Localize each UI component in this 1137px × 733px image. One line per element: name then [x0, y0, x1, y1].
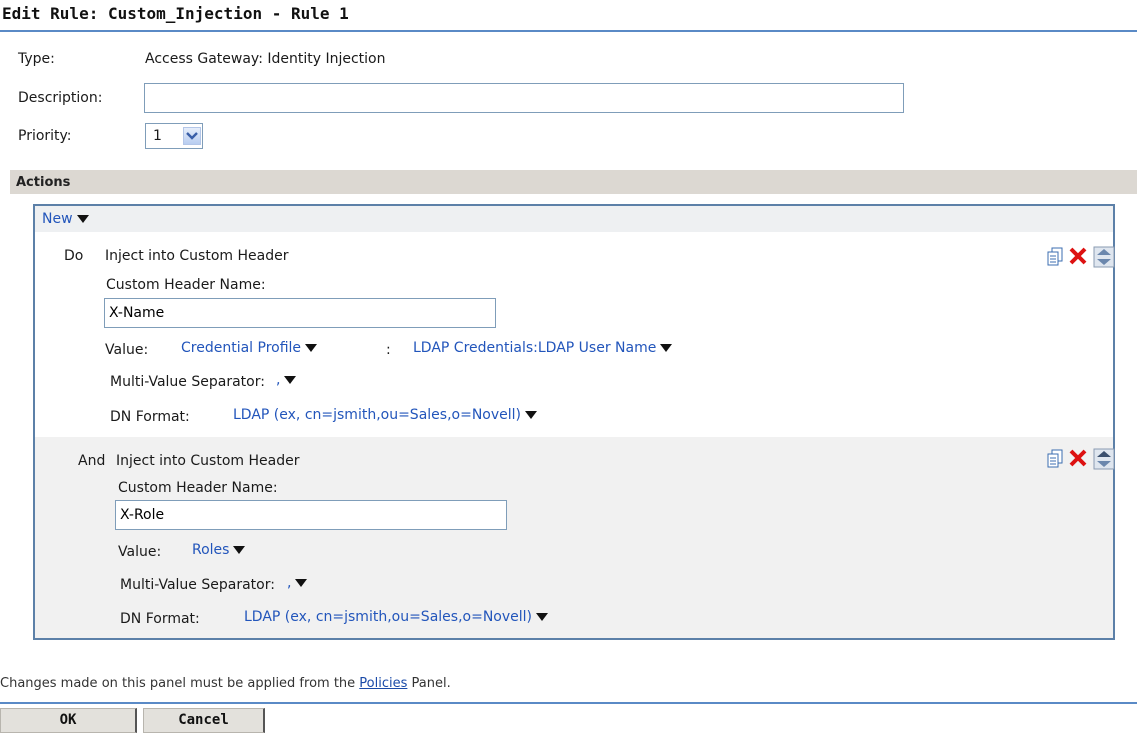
dropdown-arrow-icon	[284, 376, 297, 384]
action-2-value-type: Roles	[192, 542, 230, 558]
cancel-button[interactable]: Cancel	[143, 708, 265, 733]
action-2-title: Inject into Custom Header	[116, 453, 300, 469]
dropdown-arrow-icon	[525, 411, 537, 419]
dropdown-arrow-icon	[660, 344, 673, 352]
page-title: Edit Rule: Custom_Injection - Rule 1	[0, 0, 1137, 32]
chevron-down-icon[interactable]	[183, 127, 201, 145]
action-1-value-detail-dropdown[interactable]: LDAP Credentials:LDAP User Name	[413, 340, 673, 356]
move-up-down-icon[interactable]	[1093, 448, 1115, 474]
action-1-title: Inject into Custom Header	[105, 248, 289, 264]
action-1-prefix: Do	[64, 248, 84, 264]
footer-note-after: Panel.	[407, 676, 451, 691]
action-2-header-name-label: Custom Header Name:	[118, 480, 278, 496]
action-1-value-separator: :	[386, 342, 391, 358]
type-value: Access Gateway: Identity Injection	[145, 51, 386, 67]
copy-icon[interactable]	[1046, 246, 1064, 270]
dropdown-arrow-icon	[305, 344, 318, 352]
description-label: Description:	[18, 90, 103, 106]
action-2-value-type-dropdown[interactable]: Roles	[192, 542, 246, 558]
action-1-controls	[1046, 246, 1115, 268]
action-1-dn-value: LDAP (ex, cn=jsmith,ou=Sales,o=Novell)	[233, 407, 521, 423]
action-2-dn-dropdown[interactable]: LDAP (ex, cn=jsmith,ou=Sales,o=Novell)	[244, 609, 548, 625]
priority-select[interactable]: 1	[145, 123, 203, 149]
action-1-header-name-label: Custom Header Name:	[106, 277, 266, 293]
action-1-multi-value: ,	[276, 372, 281, 388]
delete-icon[interactable]	[1068, 246, 1088, 270]
action-2-controls	[1046, 448, 1115, 470]
footer-note: Changes made on this panel must be appli…	[0, 676, 451, 691]
actions-toolbar	[35, 206, 1113, 232]
action-2-value-label: Value:	[118, 544, 162, 560]
action-2-header-name-input[interactable]	[115, 500, 507, 530]
footer-note-before: Changes made on this panel must be appli…	[0, 676, 360, 691]
action-1-value-detail: LDAP Credentials:LDAP User Name	[413, 340, 657, 356]
ok-button[interactable]: OK	[0, 708, 137, 733]
action-2-prefix: And	[78, 453, 106, 469]
action-1-dn-label: DN Format:	[110, 409, 190, 425]
delete-icon[interactable]	[1068, 448, 1088, 472]
footer-divider	[0, 702, 1137, 704]
actions-section-header: Actions	[10, 170, 1137, 194]
policies-link[interactable]: Policies	[359, 676, 407, 691]
action-2-dn-value: LDAP (ex, cn=jsmith,ou=Sales,o=Novell)	[244, 609, 532, 625]
dropdown-arrow-icon	[233, 546, 246, 554]
action-1-value-type: Credential Profile	[181, 340, 302, 356]
copy-icon[interactable]	[1046, 448, 1064, 472]
dropdown-arrow-icon	[536, 613, 548, 621]
action-2-dn-label: DN Format:	[120, 611, 200, 627]
new-menu[interactable]: New	[42, 211, 89, 227]
action-1-header-name-input[interactable]	[104, 298, 496, 328]
move-up-down-icon[interactable]	[1093, 246, 1115, 272]
dropdown-arrow-icon	[76, 215, 89, 223]
action-1-multi-label: Multi-Value Separator:	[110, 374, 265, 390]
action-1-value-type-dropdown[interactable]: Credential Profile	[181, 340, 318, 356]
action-1-multi-dropdown[interactable]: ,	[276, 372, 297, 388]
dropdown-arrow-icon	[295, 579, 308, 587]
priority-label: Priority:	[18, 128, 72, 144]
action-1-value-label: Value:	[105, 342, 149, 358]
description-input[interactable]	[144, 83, 904, 113]
action-1-dn-dropdown[interactable]: LDAP (ex, cn=jsmith,ou=Sales,o=Novell)	[233, 407, 537, 423]
priority-value: 1	[153, 128, 162, 144]
action-2-multi-dropdown[interactable]: ,	[287, 575, 308, 591]
type-label: Type:	[18, 51, 55, 67]
action-2-multi-label: Multi-Value Separator:	[120, 577, 275, 593]
action-2-multi-value: ,	[287, 575, 292, 591]
new-menu-label: New	[42, 211, 73, 227]
